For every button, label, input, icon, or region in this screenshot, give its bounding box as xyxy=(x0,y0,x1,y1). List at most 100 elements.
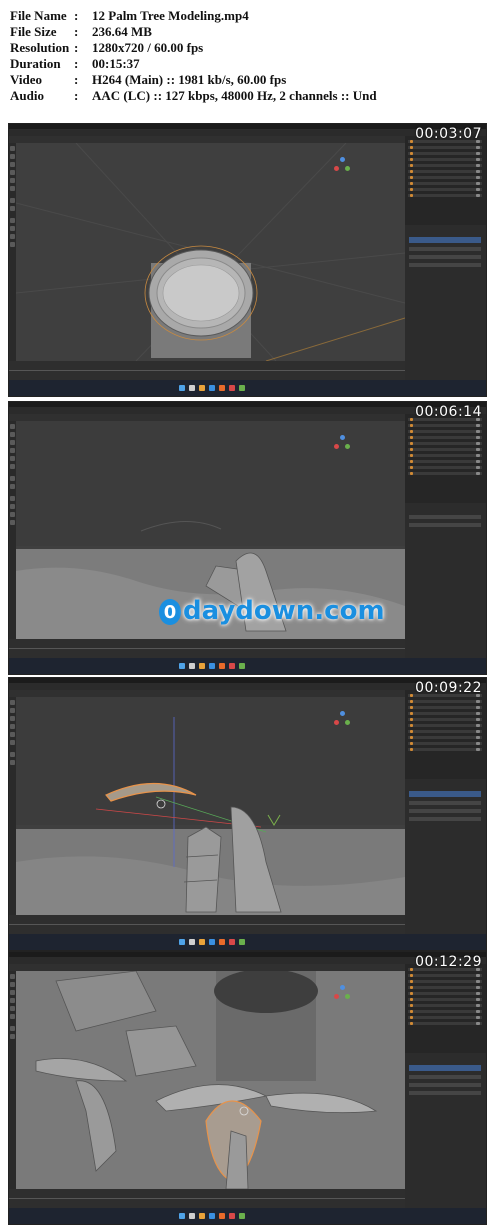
3d-viewport[interactable] xyxy=(16,969,405,1190)
modifier-header[interactable] xyxy=(409,237,481,243)
loop-cut-tool-icon[interactable] xyxy=(10,242,15,247)
edge-icon[interactable] xyxy=(209,385,215,391)
property-field[interactable] xyxy=(409,515,481,519)
measure-tool-icon[interactable] xyxy=(10,206,15,211)
outliner-row[interactable] xyxy=(408,442,482,445)
outliner-row[interactable] xyxy=(408,974,482,977)
outliner-panel[interactable] xyxy=(405,690,486,779)
outliner-row[interactable] xyxy=(408,1010,482,1013)
cursor-tool-icon[interactable] xyxy=(10,708,15,713)
property-field[interactable] xyxy=(409,1083,481,1087)
move-tool-icon[interactable] xyxy=(10,440,15,445)
outliner-row[interactable] xyxy=(408,164,482,167)
property-field[interactable] xyxy=(409,1091,481,1095)
viewport-header[interactable] xyxy=(9,964,405,971)
outliner-row[interactable] xyxy=(408,460,482,463)
search-icon[interactable] xyxy=(189,1213,195,1219)
outliner-row[interactable] xyxy=(408,152,482,155)
move-tool-icon[interactable] xyxy=(10,990,15,995)
outliner-row[interactable] xyxy=(408,718,482,721)
scale-tool-icon[interactable] xyxy=(10,456,15,461)
outliner-row[interactable] xyxy=(408,424,482,427)
blender-icon[interactable] xyxy=(219,385,225,391)
app-icon[interactable] xyxy=(239,939,245,945)
select-tool-icon[interactable] xyxy=(10,146,15,151)
app-icon[interactable] xyxy=(229,1213,235,1219)
select-tool-icon[interactable] xyxy=(10,700,15,705)
outliner-row[interactable] xyxy=(408,176,482,179)
properties-panel[interactable] xyxy=(405,225,486,380)
rotate-tool-icon[interactable] xyxy=(10,998,15,1003)
annotate-tool-icon[interactable] xyxy=(10,476,15,481)
property-field[interactable] xyxy=(409,1075,481,1079)
transform-tool-icon[interactable] xyxy=(10,186,15,191)
outliner-row[interactable] xyxy=(408,980,482,983)
search-icon[interactable] xyxy=(189,385,195,391)
scale-tool-icon[interactable] xyxy=(10,178,15,183)
folder-icon[interactable] xyxy=(199,1213,205,1219)
search-icon[interactable] xyxy=(189,663,195,669)
navigation-gizmo[interactable] xyxy=(334,985,350,1001)
outliner-row[interactable] xyxy=(408,998,482,1001)
outliner-row[interactable] xyxy=(408,724,482,727)
navigation-gizmo[interactable] xyxy=(334,711,350,727)
timeline[interactable] xyxy=(9,361,405,380)
measure-tool-icon[interactable] xyxy=(10,484,15,489)
select-tool-icon[interactable] xyxy=(10,974,15,979)
move-tool-icon[interactable] xyxy=(10,162,15,167)
outliner-row[interactable] xyxy=(408,700,482,703)
start-icon[interactable] xyxy=(179,663,185,669)
modifier-header[interactable] xyxy=(409,791,481,797)
outliner-row[interactable] xyxy=(408,712,482,715)
tool-shelf[interactable] xyxy=(9,143,16,361)
annotate-tool-icon[interactable] xyxy=(10,198,15,203)
edge-icon[interactable] xyxy=(209,939,215,945)
windows-taskbar[interactable] xyxy=(9,380,486,396)
tool-shelf[interactable] xyxy=(9,697,16,915)
outliner-row[interactable] xyxy=(408,436,482,439)
folder-icon[interactable] xyxy=(199,385,205,391)
app-icon[interactable] xyxy=(239,1213,245,1219)
outliner-panel[interactable] xyxy=(405,414,486,503)
inset-tool-icon[interactable] xyxy=(10,504,15,509)
cursor-tool-icon[interactable] xyxy=(10,982,15,987)
windows-taskbar[interactable] xyxy=(9,934,486,950)
outliner-row[interactable] xyxy=(408,158,482,161)
property-field[interactable] xyxy=(409,263,481,267)
navigation-gizmo[interactable] xyxy=(334,435,350,451)
outliner-row[interactable] xyxy=(408,194,482,197)
viewport-header[interactable] xyxy=(9,690,405,697)
tool-shelf[interactable] xyxy=(9,971,16,1189)
property-field[interactable] xyxy=(409,801,481,805)
bevel-tool-icon[interactable] xyxy=(10,512,15,517)
inset-tool-icon[interactable] xyxy=(10,226,15,231)
outliner-row[interactable] xyxy=(408,992,482,995)
outliner-row[interactable] xyxy=(408,1022,482,1025)
transform-tool-icon[interactable] xyxy=(10,740,15,745)
outliner-row[interactable] xyxy=(408,986,482,989)
timeline[interactable] xyxy=(9,915,405,934)
timeline[interactable] xyxy=(9,639,405,658)
search-icon[interactable] xyxy=(189,939,195,945)
property-field[interactable] xyxy=(409,523,481,527)
outliner-row[interactable] xyxy=(408,706,482,709)
extrude-tool-icon[interactable] xyxy=(10,496,15,501)
blender-icon[interactable] xyxy=(219,939,225,945)
outliner-row[interactable] xyxy=(408,146,482,149)
tool-shelf[interactable] xyxy=(9,421,16,639)
windows-taskbar[interactable] xyxy=(9,1208,486,1224)
outliner-row[interactable] xyxy=(408,736,482,739)
app-icon[interactable] xyxy=(239,663,245,669)
start-icon[interactable] xyxy=(179,385,185,391)
app-icon[interactable] xyxy=(229,663,235,669)
folder-icon[interactable] xyxy=(199,939,205,945)
edge-icon[interactable] xyxy=(209,1213,215,1219)
outliner-row[interactable] xyxy=(408,748,482,751)
viewport-header[interactable] xyxy=(9,414,405,421)
outliner-row[interactable] xyxy=(408,170,482,173)
property-field[interactable] xyxy=(409,247,481,251)
properties-panel[interactable] xyxy=(405,503,486,658)
transform-tool-icon[interactable] xyxy=(10,464,15,469)
app-icon[interactable] xyxy=(239,385,245,391)
move-tool-icon[interactable] xyxy=(10,716,15,721)
